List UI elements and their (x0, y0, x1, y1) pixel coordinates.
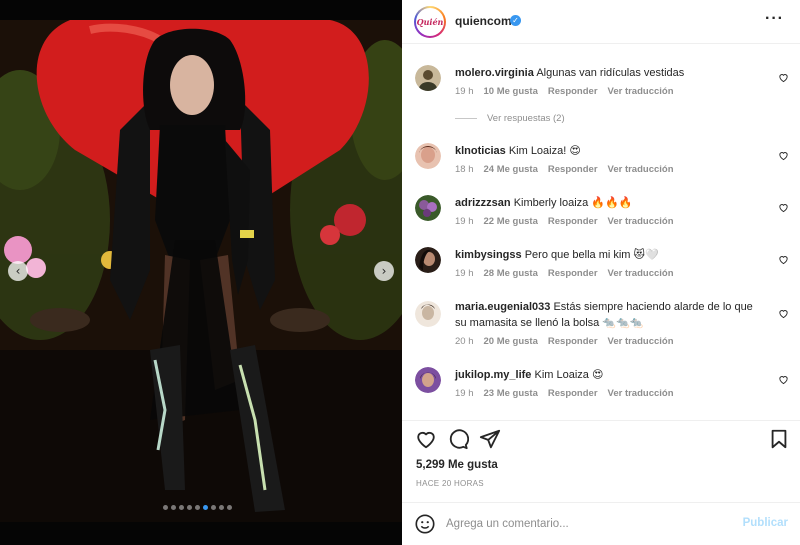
translate-button[interactable]: Ver traducción (608, 388, 674, 399)
like-comment-heart-icon[interactable] (778, 308, 789, 319)
comment-age: 19 h (455, 268, 474, 279)
translate-button[interactable]: Ver traducción (608, 164, 674, 175)
emoji-icon[interactable] (414, 513, 436, 535)
comment-text: jukilop.my_life Kim Loaiza 😍 (455, 367, 765, 383)
replies-divider (455, 118, 477, 119)
post-header: Quién quiencom ✓ ··· (402, 0, 800, 44)
commenter-avatar[interactable] (415, 195, 441, 221)
comment-likes[interactable]: 20 Me gusta (484, 336, 538, 347)
post-media: ‹ › (0, 0, 402, 545)
verified-badge-icon: ✓ (510, 15, 521, 26)
carousel-dot (163, 505, 168, 510)
reply-button[interactable]: Responder (548, 388, 598, 399)
next-photo-button[interactable]: › (374, 261, 394, 281)
save-bookmark-icon[interactable] (768, 428, 790, 450)
comment-body: Kim Loaiza 😍 (534, 369, 604, 381)
translate-button[interactable]: Ver traducción (608, 268, 674, 279)
carousel-dot-active (203, 505, 208, 510)
commenter-avatar[interactable] (415, 301, 441, 327)
comment-likes[interactable]: 24 Me gusta (484, 164, 538, 175)
likes-count[interactable]: 5,299 Me gusta (416, 459, 498, 471)
carousel-dot (219, 505, 224, 510)
share-paper-plane-icon[interactable] (479, 428, 501, 450)
comment-username[interactable]: maria.eugenial033 (455, 301, 550, 313)
comment-meta: 19 h 22 Me gusta Responder Ver traducció… (455, 216, 674, 227)
comment-username[interactable]: klnoticias (455, 145, 506, 157)
comment-body: Algunas van ridículas vestidas (536, 67, 685, 79)
translate-button[interactable]: Ver traducción (608, 86, 674, 97)
translate-button[interactable]: Ver traducción (608, 216, 674, 227)
carousel-dot (195, 505, 200, 510)
author-username[interactable]: quiencom (455, 14, 512, 28)
comment-body: Kimberly loaiza 🔥🔥🔥 (513, 197, 633, 209)
post-timestamp: HACE 20 HORAS (416, 479, 484, 488)
comment-meta: 20 h 20 Me gusta Responder Ver traducció… (455, 336, 674, 347)
comment-age: 19 h (455, 86, 474, 97)
comment-text: klnoticias Kim Loaiza! 😍 (455, 143, 765, 159)
comment-likes[interactable]: 23 Me gusta (484, 388, 538, 399)
view-replies-button[interactable]: Ver respuestas (2) (455, 113, 565, 124)
publish-comment-button[interactable]: Publicar (743, 517, 788, 529)
comment-text: molero.virginia Algunas van ridículas ve… (455, 65, 765, 81)
comment-age: 19 h (455, 216, 474, 227)
comment-meta: 18 h 24 Me gusta Responder Ver traducció… (455, 164, 674, 175)
reply-button[interactable]: Responder (548, 164, 598, 175)
comment-likes[interactable]: 22 Me gusta (484, 216, 538, 227)
post-actions-bar (402, 420, 800, 456)
carousel-dot (227, 505, 232, 510)
reply-button[interactable]: Responder (548, 86, 598, 97)
comment-username[interactable]: adrizzzsan (455, 197, 511, 209)
comment-age: 20 h (455, 336, 474, 347)
like-comment-heart-icon[interactable] (778, 72, 789, 83)
reply-button[interactable]: Responder (548, 336, 598, 347)
carousel-dot (187, 505, 192, 510)
post-photo (0, 20, 402, 522)
commenter-avatar[interactable] (415, 367, 441, 393)
like-comment-heart-icon[interactable] (778, 202, 789, 213)
comment-input[interactable] (446, 514, 736, 534)
comment-likes[interactable]: 10 Me gusta (484, 86, 538, 97)
like-comment-heart-icon[interactable] (778, 374, 789, 385)
carousel-dot (179, 505, 184, 510)
commenter-avatar[interactable] (415, 247, 441, 273)
comment-body: Pero que bella mi kim 😻🤍 (524, 249, 659, 261)
carousel-dot (211, 505, 216, 510)
carousel-dot (171, 505, 176, 510)
post-details-panel: Quién quiencom ✓ ··· molero.virginia Alg… (402, 0, 800, 545)
post-modal: ‹ › Quién quiencom ✓ ··· molero.virginia… (0, 0, 800, 545)
comment-text: adrizzzsan Kimberly loaiza 🔥🔥🔥 (455, 195, 765, 211)
comment-bubble-icon[interactable] (447, 428, 469, 450)
like-comment-heart-icon[interactable] (778, 254, 789, 265)
comment-text: kimbysingss Pero que bella mi kim 😻🤍 (455, 247, 765, 263)
author-avatar-logo: Quién (416, 8, 444, 36)
view-replies-label: Ver respuestas (2) (487, 113, 565, 124)
comment-age: 18 h (455, 164, 474, 175)
comment-username[interactable]: molero.virginia (455, 67, 534, 79)
comment-meta: 19 h 10 Me gusta Responder Ver traducció… (455, 86, 674, 97)
carousel-indicator (163, 505, 232, 510)
reply-button[interactable]: Responder (548, 216, 598, 227)
comment-text: maria.eugenial033 Estás siempre haciendo… (455, 299, 765, 331)
previous-photo-button[interactable]: ‹ (8, 261, 28, 281)
comment-username[interactable]: jukilop.my_life (455, 369, 531, 381)
translate-button[interactable]: Ver traducción (608, 336, 674, 347)
comment-meta: 19 h 23 Me gusta Responder Ver traducció… (455, 388, 674, 399)
comments-list: molero.virginia Algunas van ridículas ve… (402, 45, 800, 420)
commenter-avatar[interactable] (415, 65, 441, 91)
comment-username[interactable]: kimbysingss (455, 249, 522, 261)
like-heart-icon[interactable] (415, 428, 437, 450)
comment-meta: 19 h 28 Me gusta Responder Ver traducció… (455, 268, 674, 279)
author-avatar[interactable]: Quién (414, 6, 446, 38)
like-comment-heart-icon[interactable] (778, 150, 789, 161)
reply-button[interactable]: Responder (548, 268, 598, 279)
more-options-icon[interactable]: ··· (765, 10, 784, 28)
comment-likes[interactable]: 28 Me gusta (484, 268, 538, 279)
comment-age: 19 h (455, 388, 474, 399)
commenter-avatar[interactable] (415, 143, 441, 169)
comment-body: Kim Loaiza! 😍 (508, 145, 581, 157)
comment-composer: Publicar (402, 502, 800, 545)
